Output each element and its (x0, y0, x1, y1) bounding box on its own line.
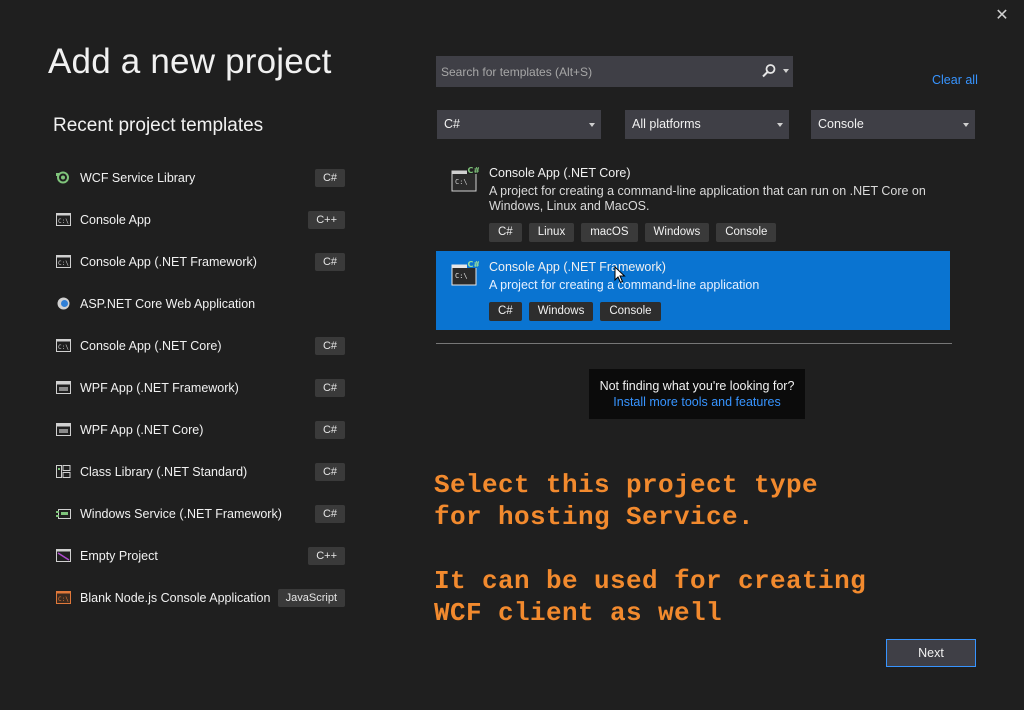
console-icon: C:\ (56, 339, 71, 352)
recent-item-console-app-net-core[interactable]: C:\ Console App (.NET Core) C# (48, 325, 353, 367)
recent-item-aspnet-core-web-application[interactable]: ASP.NET Core Web Application (48, 283, 353, 325)
svg-text:C:\: C:\ (58, 596, 69, 603)
recent-item-label: WPF App (.NET Core) (80, 423, 204, 437)
svg-text:C#: C# (468, 260, 480, 269)
svg-text:C:\: C:\ (455, 178, 468, 186)
recent-item-label: Console App (.NET Core) (80, 339, 222, 353)
search-options-chevron-down-icon[interactable] (783, 69, 789, 73)
recent-item-label: WCF Service Library (80, 171, 196, 185)
recent-item-label: Empty Project (80, 549, 158, 563)
wpf-window-icon (56, 381, 71, 394)
annotation-line: for hosting Service. (434, 502, 755, 532)
recent-templates-heading: Recent project templates (53, 115, 264, 136)
recent-item-label: Blank Node.js Console Application (80, 591, 271, 605)
recent-item-label: Console App (80, 213, 151, 227)
annotation-line: Select this project type (434, 470, 819, 500)
page-title: Add a new project (48, 42, 332, 81)
chevron-down-icon (589, 123, 595, 127)
template-description: A project for creating a command-line ap… (489, 184, 926, 213)
console-icon: C:\ (56, 213, 71, 226)
svg-text:C#: C# (468, 166, 480, 175)
recent-item-blank-nodejs-console-application[interactable]: C:\ Blank Node.js Console Application Ja… (48, 577, 353, 619)
nodejs-console-icon: C:\ (56, 591, 71, 604)
language-tag: C# (314, 337, 345, 355)
console-app-csharp-icon: C:\ C# (451, 259, 480, 286)
wpf-window-icon (56, 423, 71, 436)
chevron-down-icon (963, 123, 969, 127)
template-tag: macOS (581, 223, 638, 242)
recent-item-label: WPF App (.NET Framework) (80, 381, 239, 395)
language-tag: C# (314, 421, 345, 439)
template-search-box[interactable] (436, 56, 793, 87)
mouse-pointer-icon (614, 266, 626, 284)
next-button[interactable]: Next (886, 639, 976, 667)
chevron-down-icon (777, 123, 783, 127)
recent-item-label: Class Library (.NET Standard) (80, 465, 248, 479)
language-tag: JavaScript (277, 589, 345, 607)
template-tags: C# Linux macOS Windows Console (489, 223, 777, 242)
language-tag: C# (314, 505, 345, 523)
language-filter-dropdown[interactable]: C# (437, 110, 601, 139)
template-tag: Linux (528, 223, 575, 242)
template-card-console-app-net-framework[interactable]: C:\ C# Console App (.NET Framework) A pr… (436, 251, 950, 330)
language-filter-value: C# (444, 117, 460, 131)
close-icon[interactable]: ✕ (992, 6, 1012, 26)
recent-item-wpf-app-net-core[interactable]: WPF App (.NET Core) C# (48, 409, 353, 451)
template-title: Console App (.NET Core) (489, 166, 631, 180)
language-tag: C# (314, 463, 345, 481)
annotation-line: It can be used for creating (434, 566, 867, 596)
recent-item-windows-service-net-framework[interactable]: Windows Service (.NET Framework) C# (48, 493, 353, 535)
not-finding-text: Not finding what you're looking for? (599, 379, 795, 393)
template-list-divider (436, 343, 952, 344)
language-tag: C# (314, 253, 345, 271)
template-tag: Console (600, 302, 661, 321)
search-input[interactable] (437, 57, 765, 86)
windows-service-icon (56, 509, 71, 519)
wcf-service-icon (56, 171, 69, 184)
recent-item-wpf-app-net-framework[interactable]: WPF App (.NET Framework) C# (48, 367, 353, 409)
platform-filter-dropdown[interactable]: All platforms (625, 110, 789, 139)
project-type-filter-value: Console (818, 117, 864, 131)
platform-filter-value: All platforms (632, 117, 701, 131)
template-tag: Windows (528, 302, 594, 321)
svg-text:C:\: C:\ (58, 344, 69, 351)
svg-text:C:\: C:\ (455, 272, 468, 280)
annotation-line: WCF client as well (434, 598, 723, 628)
search-icon[interactable] (761, 63, 777, 79)
project-type-filter-dropdown[interactable]: Console (811, 110, 975, 139)
recent-item-label: ASP.NET Core Web Application (80, 297, 256, 311)
class-library-icon (56, 465, 71, 478)
recent-item-console-app-net-framework[interactable]: C:\ Console App (.NET Framework) C# (48, 241, 353, 283)
svg-text:C:\: C:\ (58, 218, 69, 225)
empty-project-icon (56, 549, 71, 562)
svg-text:C:\: C:\ (58, 260, 69, 267)
language-tag: C++ (308, 211, 345, 229)
web-globe-icon (57, 297, 70, 310)
recent-item-class-library-net-standard[interactable]: Class Library (.NET Standard) C# (48, 451, 353, 493)
template-tag: Windows (644, 223, 710, 242)
install-more-tools-callout: Not finding what you're looking for? Ins… (589, 369, 805, 419)
template-tags: C# Windows Console (489, 302, 661, 321)
recent-item-empty-project[interactable]: Empty Project C++ (48, 535, 353, 577)
install-more-tools-link[interactable]: Install more tools and features (589, 395, 805, 409)
template-card-console-app-net-core[interactable]: C:\ C# Console App (.NET Core) A project… (436, 157, 950, 247)
language-tag: C# (314, 379, 345, 397)
clear-all-link[interactable]: Clear all (932, 73, 978, 87)
template-title: Console App (.NET Framework) (489, 260, 666, 274)
recent-templates-list: WCF Service Library C# C:\ Console App C… (48, 157, 353, 619)
template-tag: Console (716, 223, 777, 242)
console-icon: C:\ (56, 255, 71, 268)
recent-item-label: Windows Service (.NET Framework) (80, 507, 282, 521)
template-tag: C# (489, 223, 522, 242)
console-app-csharp-icon: C:\ C# (451, 165, 480, 192)
language-tag: C++ (308, 547, 345, 565)
language-tag: C# (314, 169, 345, 187)
recent-item-label: Console App (.NET Framework) (80, 255, 257, 269)
recent-item-console-app[interactable]: C:\ Console App C++ (48, 199, 353, 241)
recent-item-wcf-service-library[interactable]: WCF Service Library C# (48, 157, 353, 199)
template-tag: C# (489, 302, 522, 321)
template-description: A project for creating a command-line ap… (489, 278, 760, 292)
